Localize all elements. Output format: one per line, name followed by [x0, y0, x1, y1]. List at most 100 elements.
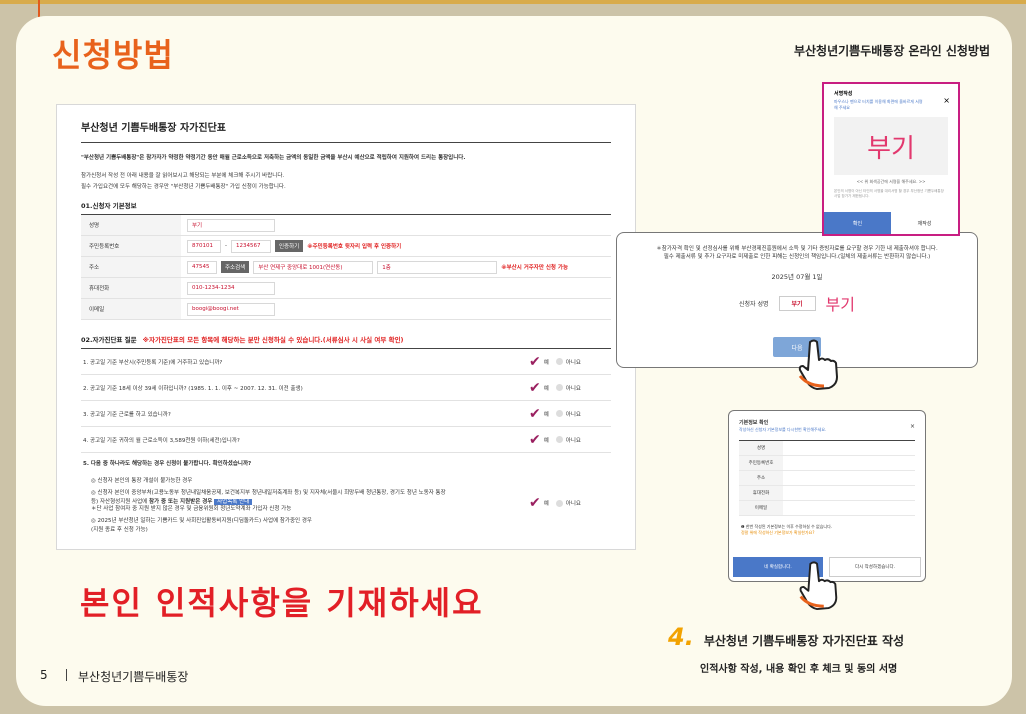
no-label: 아니요	[565, 501, 581, 507]
info-label: 성명	[739, 441, 783, 455]
no-label: 아니요	[565, 437, 581, 444]
question-list: 1. 공고일 기준 부산시(주민등록 기준)에 거주하고 있습니까? ✔ 예 아니요…	[81, 348, 611, 539]
name-label: 성명	[81, 215, 181, 235]
email-input[interactable]: boogi@boogi.net	[187, 302, 275, 316]
question-text: 3. 공고일 기준 근로를 하고 있습니까?	[83, 411, 171, 418]
info-label: 이메일	[739, 501, 783, 515]
section-questions-note: ※자가진단표의 모든 항목에 해당하는 분만 신청하실 수 있습니다.(서류심사…	[142, 336, 404, 344]
no-radio[interactable]	[555, 410, 563, 417]
footer-divider	[66, 669, 67, 681]
form-title: 부산청년 기쁨두배통장 자가진단표	[81, 119, 611, 143]
info-label: 휴대전화	[739, 486, 783, 500]
rewrite-button[interactable]: 재작성	[891, 212, 958, 234]
no-radio[interactable]	[555, 499, 563, 507]
section-basic-info: 01.신청자 기본정보	[81, 202, 137, 210]
no-label: 아니요	[565, 385, 581, 392]
no-label: 아니요	[565, 411, 581, 418]
check-icon[interactable]: ✔	[529, 433, 541, 447]
info-label: 주민등록번호	[739, 456, 783, 470]
form-intro: "부산청년 기쁨두배통장"은 참가자가 약정한 약정기간 동안 매월 근로소득으…	[81, 155, 466, 161]
yes-label: 예	[543, 359, 549, 366]
check-icon[interactable]: ✔	[529, 381, 541, 395]
check-icon[interactable]: ✔	[529, 496, 541, 510]
handwritten-signature[interactable]: 부기	[826, 291, 855, 315]
signature-popup-title: 서명작성	[834, 91, 853, 97]
form-instruction-2: 필수 가입요건에 모두 해당하는 경우만 "부산청년 기쁨두배통장" 가입 신청…	[81, 184, 286, 190]
yes-label: 예	[543, 501, 549, 507]
rrn-note: ※주민등록번호 뒷자리 입력 후 인증하기	[307, 244, 402, 250]
check-icon[interactable]: ✔	[529, 355, 541, 369]
no-radio[interactable]	[555, 384, 563, 391]
pointing-hand-icon	[798, 339, 838, 390]
no-radio[interactable]	[555, 358, 563, 365]
signature-popup: 서명작성 마우스나 펜으로 터치를 이용해 화면에 올바르게 서명해 주세요 ×…	[822, 82, 960, 236]
table-row: 주소	[739, 471, 915, 486]
instruction-caption: 본인 인적사항을 기재하세요	[80, 584, 484, 622]
page-number: 5	[40, 668, 48, 682]
footer-title: 부산청년기쁨두배통장	[78, 670, 189, 684]
email-label: 이메일	[81, 299, 181, 319]
close-icon[interactable]: ×	[943, 96, 950, 105]
step-number: 4.	[668, 623, 694, 651]
question-row: 2. 공고일 기준 18세 이상 39세 이하입니까? (1985. 1. 1.…	[81, 375, 611, 401]
signer-name-field[interactable]: 부기	[778, 295, 816, 311]
yes-label: 예	[543, 385, 549, 392]
no-radio[interactable]	[555, 436, 563, 443]
info-question: 정말 위에 작성하신 기본정보가 확실한가요?	[741, 530, 815, 535]
question-row: 3. 공고일 기준 근로를 하고 있습니까? ✔ 예 아니요	[81, 401, 611, 427]
name-input[interactable]: 부기	[187, 218, 275, 232]
consent-text-1: ＊참가자격 확인 및 선정심사를 위해 부산경제진흥원에서 소득 및 기타 증빙…	[656, 246, 938, 252]
pointing-hand-icon	[799, 561, 838, 610]
yes-label: 예	[543, 411, 549, 418]
rrn-front-input[interactable]: 870101	[187, 239, 221, 253]
close-icon[interactable]: ×	[910, 423, 915, 430]
step-caption: 4. 부산청년 기쁨두배통장 자가진단표 작성 인적사항 작성, 내용 확인 후…	[668, 623, 904, 675]
self-diagnosis-form: 부산청년 기쁨두배통장 자가진단표 "부산청년 기쁨두배통장"은 참가자가 약정…	[56, 104, 636, 550]
table-row: 성명	[739, 441, 915, 456]
question-text: 4. 공고일 기준 귀하의 월 근로소득이 3,589천원 이하(세전)입니까?	[83, 437, 240, 444]
q5-item: ＊단 사업 참여자 중 지원 받지 않은 경우 및 금융위원회 청년도약계좌 가…	[91, 506, 292, 512]
row-email: 이메일 boogi@boogi.net	[81, 299, 611, 320]
row-phone: 휴대전화 010-1234-1234	[81, 278, 611, 299]
zip-input[interactable]: 47545	[187, 260, 217, 274]
page-title: 신청방법	[52, 36, 174, 74]
q5-item: (지원 종료 후 신청 가능)	[91, 527, 148, 533]
table-row: 이메일	[739, 501, 915, 516]
table-row: 주민등록번호	[739, 456, 915, 471]
address-input[interactable]: 부산 연제구 중앙대로 1001(연산동)	[253, 260, 374, 274]
consent-text-2: 필수 제출서류 및 추가 요구자료 미제출로 인한 피해는 신청인의 책임입니다…	[663, 254, 931, 260]
table-row: 휴대전화	[739, 486, 915, 501]
section-questions-title: 02.자가진단표 질문	[81, 336, 137, 344]
basic-info-popup: 기본정보 확인 작성하신 신청자 기본정보를 다시한번 확인해주세요. × 성명…	[728, 410, 926, 582]
row-rrn: 주민등록번호 870101 - 1234567 인증하기 ※주민등록번호 뒷자리…	[81, 236, 611, 257]
question-text: 2. 공고일 기준 18세 이상 39세 이하입니까? (1985. 1. 1.…	[83, 385, 303, 392]
info-label: 주소	[739, 471, 783, 485]
info-popup-title: 기본정보 확인	[739, 420, 769, 426]
consent-date: 2025년 07월 1일	[771, 273, 823, 281]
yes-label: 예	[543, 437, 549, 444]
info-table: 성명 주민등록번호 주소 휴대전화 이메일	[739, 440, 915, 516]
address-detail-input[interactable]: 1층	[377, 260, 498, 274]
info-popup-desc: 작성하신 신청자 기본정보를 다시한번 확인해주세요.	[739, 427, 827, 432]
question-row: 1. 공고일 기준 부산시(주민등록 기준)에 거주하고 있습니까? ✔ 예 아니요	[81, 349, 611, 375]
phone-input[interactable]: 010-1234-1234	[187, 281, 275, 295]
question-row: 4. 공고일 기준 귀하의 월 근로소득이 3,589천원 이하(세전)입니까?…	[81, 427, 611, 453]
signature-warning: 본인의 서명이 아닌 타인의 서명을 대리서명 할 경우 부산청년 기쁨두배통장…	[834, 189, 944, 198]
rewrite-info-button[interactable]: 다시 작성하겠습니다.	[829, 557, 921, 577]
q5-item: ◎ 신청자 본인이 중앙부처(고용노동부 청년내일채움공제, 보건복지부 청년내…	[91, 490, 446, 496]
check-icon[interactable]: ✔	[529, 407, 541, 421]
q5-item: ◎ 2025년 부산청년 일하는 기쁨카드 및 사회진입활동비지원(디딤돌카드)…	[91, 518, 312, 524]
page-subtitle: 부산청년기쁨두배통장 온라인 신청방법	[793, 44, 990, 58]
confirm-button[interactable]: 확인	[824, 212, 891, 234]
rrn-label: 주민등록번호	[81, 236, 181, 256]
signature-popup-desc: 마우스나 펜으로 터치를 이용해 화면에 올바르게 서명해 주세요	[834, 99, 923, 110]
signature-canvas[interactable]: 부기	[834, 117, 948, 175]
rrn-back-input[interactable]: 1234567	[231, 239, 271, 253]
no-label: 아니요	[565, 359, 581, 366]
address-label: 주소	[81, 257, 181, 277]
verify-button[interactable]: 인증하기	[275, 240, 304, 252]
address-search-button[interactable]: 주소검색	[221, 261, 250, 273]
step-description: 인적사항 작성, 내용 확인 후 체크 및 동의 서명	[700, 664, 898, 675]
rrn-dash: -	[225, 243, 227, 249]
basic-info-table: 성명 부기 주민등록번호 870101 - 1234567 인증하기 ※주민등록…	[81, 214, 611, 320]
